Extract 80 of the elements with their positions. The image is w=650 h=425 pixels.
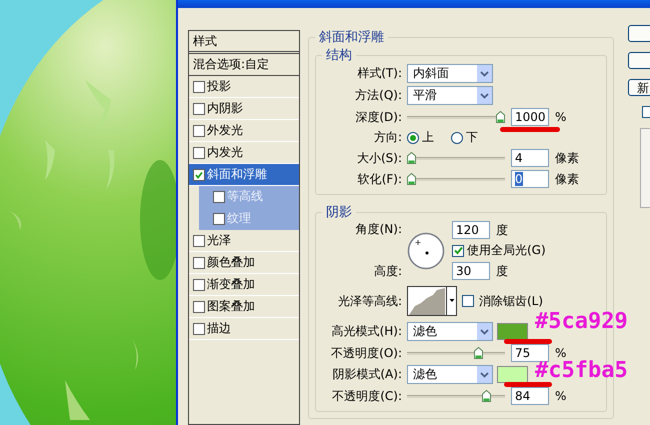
field-label: 高度: [372,262,402,280]
group-title: 结构 [325,47,353,64]
checkbox[interactable] [462,295,474,307]
caret-icon [477,65,492,82]
list-item[interactable]: 外发光 [189,120,299,142]
unit-label: 像素 [555,170,579,188]
field-label: 不透明度(O): [330,344,402,362]
checkbox[interactable] [193,256,205,268]
input-field[interactable]: 84 [511,387,549,405]
color-swatch[interactable] [497,366,528,383]
field-label: 方向: [372,129,402,146]
list-item[interactable]: 图案叠加 [189,296,299,318]
field-label: 大小(S): [356,150,402,166]
list-item[interactable]: 颜色叠加 [189,252,299,274]
list-item[interactable]: 混合选项:自定 [189,54,299,76]
slider-thumb[interactable] [407,173,416,185]
panel-header: 样式 [189,31,299,54]
unit-label: % [555,110,566,124]
unit-label: 度 [496,222,508,238]
checkbox[interactable] [193,278,205,290]
input-field[interactable]: 1000 [511,108,549,126]
list-item[interactable]: 斜面和浮雕 [189,164,299,186]
radio-button[interactable] [451,132,463,144]
radio-label: 下 [466,129,478,146]
checkbox[interactable] [213,190,225,202]
slider-thumb[interactable] [482,390,491,402]
caret-icon [477,87,492,104]
checkbox[interactable] [193,168,205,180]
checkbox[interactable] [193,300,205,312]
caret-icon [477,366,492,383]
input-field[interactable]: 0 [511,170,549,188]
list-item[interactable]: 光泽 [189,230,299,252]
field-label: 角度(N): [354,221,402,238]
input-field[interactable]: 4 [511,149,549,167]
checkbox[interactable] [193,80,205,92]
dropdown[interactable]: 平滑 [407,86,493,105]
dropdown[interactable]: 滤色 [407,365,493,384]
contour-picker[interactable] [407,286,457,316]
field-label: 高光模式(H): [330,323,402,340]
color-swatch[interactable] [497,323,528,340]
checkbox-label: 使用全局光(G) [467,242,546,259]
group-title: 斜面和浮雕 [318,29,385,46]
slider-thumb[interactable] [407,152,416,164]
checkbox-label: 消除锯齿(L) [479,292,544,310]
checkbox[interactable] [193,124,205,136]
list-item[interactable]: 内阴影 [189,98,299,120]
unit-label: % [555,389,566,403]
list-item[interactable]: 渐变叠加 [189,274,299,296]
checkbox[interactable] [193,146,205,158]
angle-dial[interactable] [407,232,445,270]
field-label: 样式(T): [356,65,402,82]
unit-label: % [555,346,566,360]
field-label: 方法(Q): [354,87,402,104]
unit-label: 像素 [555,150,579,166]
field-label: 光泽等高线: [336,292,402,310]
list-item[interactable]: 投影 [189,76,299,98]
input-field[interactable]: 75 [511,344,549,362]
input-field[interactable]: 30 [452,262,490,280]
checkbox[interactable] [452,244,464,256]
field-label: 不透明度(C): [331,388,402,404]
checkbox[interactable] [193,102,205,114]
new-style-button[interactable]: 新 [628,79,650,96]
slider-thumb[interactable] [474,347,483,359]
checkbox[interactable] [193,322,205,334]
color-annotation: #5ca929 [535,309,628,334]
checkbox[interactable] [193,234,205,246]
unit-label: 度 [496,262,508,280]
field-label: 软化(F): [356,170,402,188]
radio-label: 上 [422,129,434,146]
slider-thumb[interactable] [496,111,505,123]
dropdown[interactable]: 滤色 [407,322,493,341]
field-label: 深度(D): [354,108,402,126]
checkbox[interactable] [213,212,225,224]
radio-button[interactable] [407,132,419,144]
group-title: 阴影 [325,204,353,221]
field-label: 阴影模式(A): [331,366,402,383]
dropdown[interactable]: 内斜面 [407,64,493,83]
caret-icon [477,323,492,340]
input-field[interactable]: 120 [452,221,490,239]
list-item[interactable]: 描边 [189,318,299,340]
